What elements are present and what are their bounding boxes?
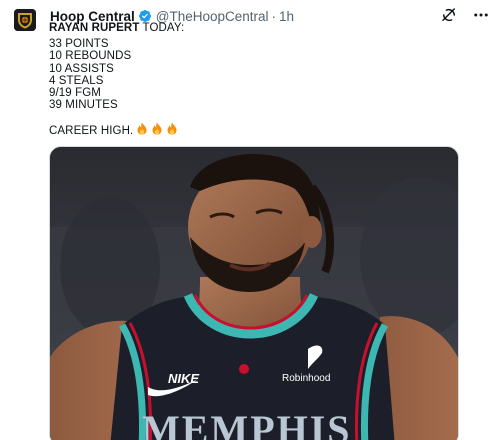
tweet-text: RAYAN RUPERT TODAY: 33 POINTS 10 REBOUND… [49, 22, 184, 138]
closing-text: CAREER HIGH. [49, 125, 134, 138]
header-separator: · [271, 8, 277, 24]
fire-emoji-group [136, 122, 178, 135]
fire-emoji-icon [152, 122, 162, 135]
closing-line: CAREER HIGH. [49, 122, 184, 137]
more-options-icon[interactable] [472, 6, 490, 24]
jersey-badge [239, 364, 249, 374]
headline-line: RAYAN RUPERT TODAY: [49, 22, 184, 34]
grok-icon[interactable] [440, 6, 458, 24]
stat-line: 4 STEALS [49, 74, 104, 87]
tweet-timestamp[interactable]: 1h [279, 9, 294, 24]
fire-emoji-icon [167, 122, 177, 135]
verified-badge-icon [138, 9, 152, 23]
jersey-wordmark-text: MEMPHIS [142, 407, 352, 440]
fire-emoji-icon [137, 122, 147, 135]
stat-line: 10 REBOUNDS [49, 50, 132, 63]
jersey-brand-text: NIKE [168, 371, 199, 386]
player-photo: NIKE Robinhood MEMPHIS [50, 147, 458, 440]
hoop-central-shield-logo [14, 9, 36, 31]
stat-line: 39 MINUTES [49, 99, 118, 112]
tweet-card[interactable]: Hoop Central @TheHoopCentral · 1h RAYAN … [0, 0, 500, 440]
tweet-actions [440, 6, 490, 24]
headline-rest: TODAY: [139, 22, 185, 34]
stat-line: 10 ASSISTS [49, 62, 114, 75]
player-name: RAYAN RUPERT [49, 22, 140, 34]
avatar[interactable] [14, 9, 36, 31]
stat-line: 9/19 FGM [49, 87, 101, 100]
tweet-media-photo[interactable]: NIKE Robinhood MEMPHIS [49, 146, 459, 440]
stat-line: 33 POINTS [49, 38, 109, 51]
text-gap [49, 111, 184, 122]
jersey-sponsor-text: Robinhood [282, 373, 330, 384]
